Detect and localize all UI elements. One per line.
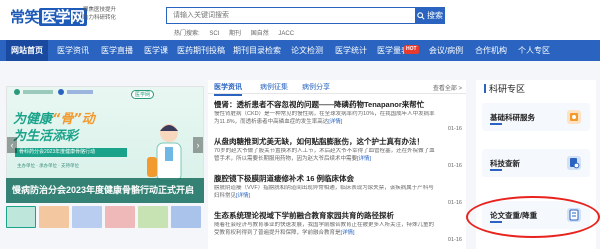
detail-link[interactable]: [详情] [328, 119, 342, 125]
card-basic-research[interactable]: 基础科研服务 [482, 103, 590, 131]
nav-item-journal-submission[interactable]: 医药期刊投稿 [175, 40, 227, 61]
site-logo[interactable]: 常笑 医学网 [10, 6, 87, 28]
banner-small-text: 主办单位 · 承办单位 · 支持单位 [17, 163, 79, 168]
banner-thumbnail[interactable] [138, 206, 168, 228]
news-date: 01-16 [447, 163, 462, 169]
banner-title: 为健康“骨”动 为生活添彩 [13, 112, 95, 144]
banner-thumbnail[interactable] [72, 206, 102, 228]
tab-medical-news[interactable]: 医学资讯 [214, 82, 242, 96]
card-novelty-search[interactable]: 科技查新 [482, 149, 590, 177]
nav-item-personal[interactable]: 个人专区 [514, 40, 554, 61]
news-desc: 慢性肾脏病（CKD）是一种常见的慢性病，在全球发病率约为10%，在我国成年人中发… [214, 111, 435, 125]
nav-item-statistics[interactable]: 医学统计 [331, 40, 371, 61]
card-underline [490, 169, 502, 171]
slogan-line: 助力科研转化 [83, 15, 117, 21]
banner-next-arrow[interactable]: › [193, 137, 203, 153]
site-slogan: 聚焦医技提升 助力科研转化 [83, 6, 153, 22]
nav-item-journal-catalog[interactable]: 期刊目录检索 [230, 40, 284, 61]
news-title[interactable]: 腹腔镜下极膜阴道瘘修补术 16 例临床体会 [214, 173, 464, 184]
logo-text: 常笑 医学网 [10, 8, 87, 26]
search-input[interactable] [167, 8, 415, 23]
hot-badge: HOT [404, 45, 419, 54]
news-title[interactable]: 慢肾：透析患者不容忽视的问题——降磷药物Tenapanor来帮忙 [214, 99, 464, 110]
hot-search-term[interactable]: 期刊 [229, 31, 241, 37]
news-desc: 膀胱阴道瘘（VVF）指膀胱和阴道间出现异常相通，临床表现为尿失禁，该疾病属于产科… [214, 185, 434, 199]
news-item[interactable]: 从盘肉糖推到尤美无缺，如何贴脂膨胀伤，这个护士真有办法！ 70岁的赵大爷做了股关… [214, 136, 464, 169]
card-label: 基础科研服务 [490, 113, 535, 122]
hot-search-term[interactable]: JACC [278, 31, 294, 37]
novelty-search-icon [567, 156, 581, 170]
site-header: 常笑医学网 聚焦医技提升 助力科研转化 搜索 热门搜索: SCI 期刊 国自然 … [0, 0, 600, 40]
search-button-label: 搜索 [427, 11, 443, 20]
news-desc: 70岁的赵大爷做了股关节置换术的人工节，术后赵大爷不幸得了血管栓塞，还在外院做了… [214, 148, 435, 162]
main-nav: 网站首页 医学资讯 医学直播 医学课 医药期刊投稿 期刊目录检索 论文检测 医学… [0, 40, 600, 61]
news-title[interactable]: 从盘肉糖推到尤美无缺，如何贴脂膨胀伤，这个护士真有办法！ [214, 136, 464, 147]
search-icon [417, 11, 425, 20]
nav-item-courses[interactable]: 医学课 [140, 40, 172, 61]
slogan-line: 聚焦医技提升 [83, 7, 117, 13]
banner-prev-arrow[interactable]: ‹ [7, 137, 17, 153]
view-all-link[interactable]: 查看全部 > [433, 83, 462, 92]
research-icon [567, 110, 581, 124]
tab-case-sharing[interactable]: 病例分享 [302, 82, 330, 92]
nav-item-meetings[interactable]: 会议/病例 [425, 40, 467, 61]
banner-thumbnail[interactable] [6, 206, 36, 228]
banner-thumbnail[interactable] [105, 206, 135, 228]
banner-caption[interactable]: 慢病防治分会2023年度健康骨骼行动正式开启 [6, 178, 204, 203]
banner-sponsor-logos [14, 89, 93, 95]
banner-badge: 医学网 [131, 90, 155, 99]
card-label: 科技查新 [490, 159, 520, 168]
nav-item-live[interactable]: 医学直播 [97, 40, 137, 61]
news-desc: 随着社会经济与教育事业的快速发展，我国学前融合教育正在被更多人所关注，特殊儿童的… [214, 222, 435, 236]
news-date: 01-16 [447, 237, 462, 243]
news-title[interactable]: 生态系统理论视域下学前融合教育家园共育的路径探析 [214, 210, 464, 221]
hot-search-label: 热门搜索: [174, 31, 200, 37]
nav-item-home[interactable]: 网站首页 [6, 40, 48, 61]
card-underline [490, 123, 502, 125]
nav-item-news[interactable]: 医学资讯 [52, 40, 94, 61]
search-box [166, 7, 416, 24]
detail-link[interactable]: [详情] [236, 193, 250, 199]
hot-search-term[interactable]: SCI [209, 31, 219, 37]
nav-item-partners[interactable]: 合作机构 [471, 40, 511, 61]
hot-search: 热门搜索: SCI 期刊 国自然 JACC [174, 28, 302, 37]
news-panel: 医学资讯 病例征集 病例分享 查看全部 > 慢肾：透析患者不容忽视的问题——降磷… [208, 80, 466, 249]
news-date: 01-16 [447, 200, 462, 206]
nav-item-paper-check[interactable]: 论文检测 [287, 40, 327, 61]
banner-subtitle: 骨科药分会2023年度健康骨骼行动 [15, 148, 127, 157]
news-item[interactable]: 生态系统理论视域下学前融合教育家园共育的路径探析 随着社会经济与教育事业的快速发… [214, 210, 464, 243]
highlight-circle [466, 196, 600, 238]
title-accent-bar [484, 84, 486, 93]
tab-case-collection[interactable]: 病例征集 [260, 82, 288, 92]
detail-link[interactable]: [详情] [357, 156, 371, 162]
search-button[interactable]: 搜索 [415, 7, 445, 24]
news-tabs: 医学资讯 病例征集 病例分享 查看全部 > [208, 80, 466, 96]
news-date: 01-16 [447, 126, 462, 132]
banner-thumbnails [6, 206, 204, 228]
detail-link[interactable]: [详情] [341, 230, 355, 236]
banner-thumbnail[interactable] [39, 206, 69, 228]
hot-search-term[interactable]: 国自然 [251, 31, 269, 37]
banner-thumbnail[interactable] [171, 206, 201, 228]
news-item[interactable]: 腹腔镜下极膜阴道瘘修补术 16 例临床体会 膀胱阴道瘘（VVF）指膀胱和阴道间出… [214, 173, 464, 206]
research-zone-title: 科研专区 [484, 82, 525, 95]
news-item[interactable]: 慢肾：透析患者不容忽视的问题——降磷药物Tenapanor来帮忙 慢性肾脏病（C… [214, 99, 464, 132]
